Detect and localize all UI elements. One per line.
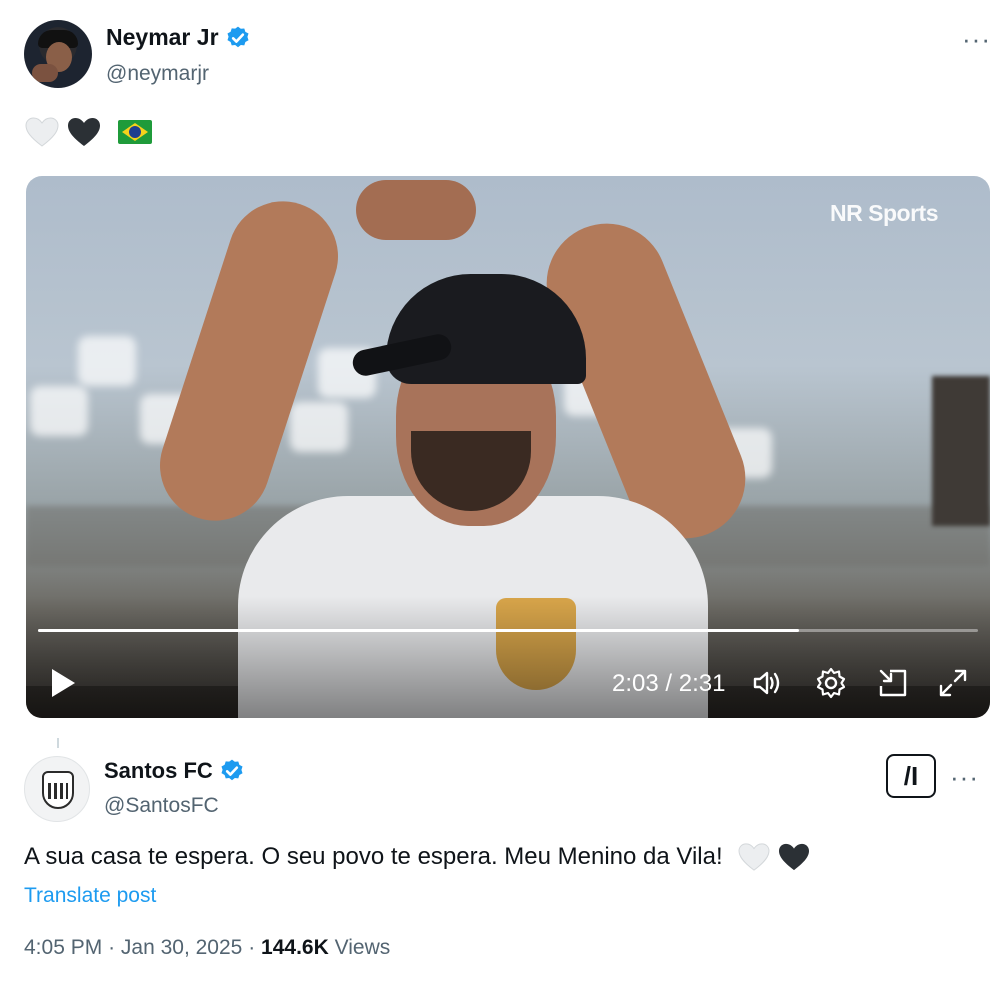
author-handle[interactable]: @neymarjr: [106, 62, 209, 86]
video-player[interactable]: NR Sports 2:03 / 2:31: [26, 176, 990, 718]
reply-post-text: A sua casa te espera. O seu povo te espe…: [24, 842, 811, 872]
post-date[interactable]: Jan 30, 2025: [121, 936, 242, 959]
views-count[interactable]: 144.6K: [261, 936, 329, 959]
meta-separator: ·: [108, 936, 116, 959]
more-options-icon[interactable]: ···: [962, 26, 991, 52]
play-icon[interactable]: [48, 666, 78, 700]
grok-icon: /I: [903, 760, 919, 791]
thread-connector: [57, 738, 59, 748]
post-text-emojis: [24, 116, 152, 148]
reply-post-body: A sua casa te espera. O seu povo te espe…: [24, 843, 723, 870]
video-current-time: 2:03: [612, 670, 659, 697]
volume-icon[interactable]: [750, 666, 784, 700]
avatar-neymar[interactable]: [24, 20, 92, 88]
santos-crest-icon: [42, 771, 74, 809]
video-progress-bar[interactable]: [38, 629, 978, 632]
black-heart-icon: [68, 118, 100, 146]
video-watermark: NR Sports: [830, 200, 938, 226]
white-heart-icon: [738, 843, 770, 871]
post-time[interactable]: 4:05 PM: [24, 936, 102, 959]
white-heart-icon: [25, 117, 59, 147]
black-heart-icon: [778, 843, 809, 871]
author-display-name[interactable]: Neymar Jr: [106, 24, 219, 51]
reply-author-display-name[interactable]: Santos FC: [104, 758, 213, 784]
post-metadata: 4:05 PM · Jan 30, 2025 · 144.6K Views: [24, 936, 390, 960]
settings-icon[interactable]: [814, 666, 848, 700]
fullscreen-icon[interactable]: [936, 666, 970, 700]
avatar-santos[interactable]: [24, 756, 90, 822]
reply-author-handle[interactable]: @SantosFC: [104, 794, 219, 818]
reply-author-name-row[interactable]: Santos FC: [104, 758, 245, 784]
video-time: 2:03 / 2:31: [612, 670, 725, 698]
meta-separator: ·: [248, 936, 256, 959]
video-duration: 2:31: [678, 670, 726, 697]
translate-post-link[interactable]: Translate post: [24, 884, 156, 908]
video-time-separator: /: [665, 670, 673, 697]
grok-button[interactable]: /I: [886, 754, 936, 798]
verified-badge-icon: [221, 759, 243, 781]
views-label: Views: [334, 936, 391, 959]
video-progress-fill: [38, 629, 800, 632]
reply-more-options-icon[interactable]: ···: [950, 764, 979, 790]
verified-badge-icon: [227, 26, 249, 47]
brazil-flag-icon: [118, 120, 152, 144]
author-name-row[interactable]: Neymar Jr: [106, 24, 251, 51]
picture-in-picture-icon[interactable]: [876, 666, 910, 700]
